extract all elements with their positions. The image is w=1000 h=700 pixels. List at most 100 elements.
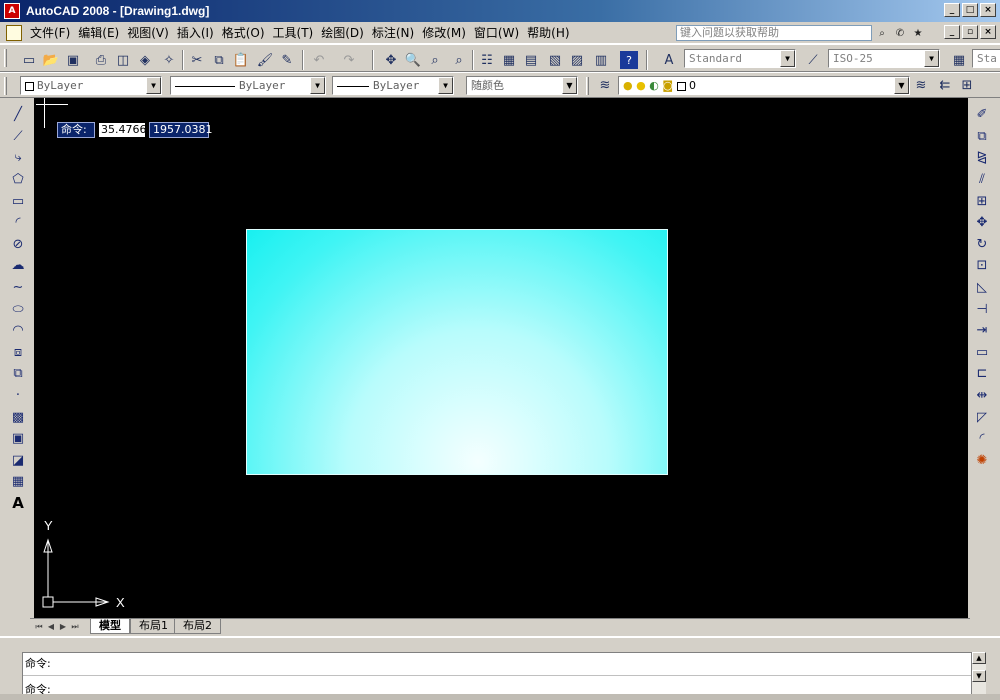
fillet-icon[interactable]: ◜ [970, 428, 994, 450]
toolbar-grip[interactable] [4, 49, 7, 67]
next-tab-icon[interactable]: ▶ [58, 620, 68, 633]
break-icon[interactable]: ⊏ [970, 363, 994, 385]
ellipse-icon[interactable]: ⬭ [6, 298, 30, 320]
layer-control-select[interactable]: ● ● ◐ ◙ 0 ▼ [618, 76, 910, 95]
chevron-down-icon[interactable]: ▼ [146, 77, 161, 94]
layer-previous-icon[interactable]: ⇇ [936, 76, 954, 94]
explode-icon[interactable]: ✺ [970, 450, 994, 472]
lineweight-control-select[interactable]: ByLayer ▼ [332, 76, 454, 95]
polygon-icon[interactable]: ⬠ [6, 169, 30, 191]
rectangle-icon[interactable]: ▭ [6, 190, 30, 212]
first-tab-icon[interactable]: ⏮ [34, 620, 44, 633]
cut-icon[interactable]: ✂ [188, 51, 206, 69]
join-icon[interactable]: ⇹ [970, 385, 994, 407]
stretch-icon[interactable]: ◺ [970, 277, 994, 299]
dynamic-input-x[interactable]: 35.4766 [98, 122, 147, 138]
chevron-down-icon[interactable]: ▼ [780, 50, 795, 67]
construction-line-icon[interactable]: ⟋ [6, 126, 30, 148]
zoom-realtime-icon[interactable]: 🔍 [404, 51, 422, 69]
move-icon[interactable]: ✥ [970, 212, 994, 234]
menu-tools[interactable]: 工具(T) [269, 24, 318, 42]
ellipse-arc-icon[interactable]: ◠ [6, 320, 30, 342]
break-at-point-icon[interactable]: ▭ [970, 342, 994, 364]
design-center-icon[interactable]: ▦ [500, 51, 518, 69]
toolbar-grip[interactable] [4, 77, 7, 95]
tool-palettes-icon[interactable]: ▤ [522, 51, 540, 69]
help-search-input[interactable]: 键入问题以获取帮助 [676, 25, 872, 41]
paste-icon[interactable]: 📋 [232, 51, 250, 69]
sheet-set-icon[interactable]: ▧ [546, 51, 564, 69]
copy-clip-icon[interactable]: ⧉ [210, 51, 228, 69]
calculator-icon[interactable]: ▥ [592, 51, 610, 69]
table-style-icon[interactable]: ▦ [950, 51, 968, 69]
layer-properties-icon[interactable]: ≋ [596, 76, 614, 94]
gradient-filled-rectangle[interactable] [246, 229, 668, 475]
text-style-icon[interactable]: A [660, 51, 678, 69]
doc-restore-button[interactable]: ▫ [962, 25, 978, 39]
markup-icon[interactable]: ▨ [568, 51, 586, 69]
doc-close-button[interactable]: × [980, 25, 996, 39]
linetype-control-select[interactable]: ByLayer ▼ [170, 76, 326, 95]
tab-layout1[interactable]: 布局1 [130, 619, 177, 634]
table-icon[interactable]: ▦ [6, 471, 30, 493]
array-icon[interactable]: ⊞ [970, 190, 994, 212]
match-properties-icon[interactable]: 🖌 [256, 51, 274, 69]
toolbar-grip[interactable] [586, 77, 589, 95]
point-icon[interactable]: · [6, 385, 30, 407]
dim-style-select[interactable]: ISO-25 ▼ [828, 49, 940, 68]
bulb-icon[interactable]: ● [623, 79, 633, 92]
menu-dimension[interactable]: 标注(N) [368, 24, 418, 42]
help-icon[interactable]: ? [620, 51, 638, 69]
copy-icon[interactable]: ⧉ [970, 126, 994, 148]
search-icon[interactable]: ⌕ [874, 25, 890, 41]
doc-minimize-button[interactable]: _ [944, 25, 960, 39]
chamfer-icon[interactable]: ◸ [970, 406, 994, 428]
line-icon[interactable]: ╱ [6, 104, 30, 126]
menu-view[interactable]: 视图(V) [123, 24, 173, 42]
publish-icon[interactable]: ◈ [136, 51, 154, 69]
gradient-icon[interactable]: ▣ [6, 428, 30, 450]
favorites-star-icon[interactable]: ★ [910, 25, 926, 41]
multiline-text-icon[interactable]: A [6, 493, 30, 515]
viewport-freeze-icon[interactable]: ◐ [649, 79, 659, 92]
revision-cloud-icon[interactable]: ☁ [6, 255, 30, 277]
offset-icon[interactable]: ⫽ [970, 169, 994, 191]
plot-icon[interactable]: ⎙ [92, 51, 110, 69]
command-scrollbar[interactable]: ▲ ▼ [972, 652, 986, 696]
extend-icon[interactable]: ⇥ [970, 320, 994, 342]
make-block-icon[interactable]: ⧉ [6, 363, 30, 385]
save-icon[interactable]: ▣ [64, 51, 82, 69]
text-style-select[interactable]: Standard ▼ [684, 49, 796, 68]
arc-icon[interactable]: ◜ [6, 212, 30, 234]
dynamic-input-y[interactable]: 1957.0381 [149, 122, 213, 138]
undo-icon[interactable]: ↶ [310, 51, 328, 69]
chevron-down-icon[interactable]: ▼ [310, 77, 325, 94]
minimize-button[interactable]: _ [944, 3, 960, 17]
new-file-icon[interactable]: ▭ [20, 51, 38, 69]
chevron-down-icon[interactable]: ▼ [924, 50, 939, 67]
tab-model[interactable]: 模型 [90, 619, 130, 634]
spline-icon[interactable]: ∼ [6, 277, 30, 299]
block-editor-icon[interactable]: ✎ [278, 51, 296, 69]
scale-icon[interactable]: ⊡ [970, 255, 994, 277]
plot-preview-icon[interactable]: ◫ [114, 51, 132, 69]
plot-style-select[interactable]: 随颜色 ▼ [466, 76, 578, 95]
sun-icon[interactable]: ● [636, 79, 646, 92]
erase-icon[interactable]: ✐ [970, 104, 994, 126]
polyline-icon[interactable]: ⤷ [6, 147, 30, 169]
hatch-icon[interactable]: ▩ [6, 406, 30, 428]
pan-icon[interactable]: ✥ [382, 51, 400, 69]
document-icon[interactable] [6, 24, 22, 41]
menu-draw[interactable]: 绘图(D) [317, 24, 368, 42]
menu-window[interactable]: 窗口(W) [470, 24, 523, 42]
table-style-select[interactable]: Sta [972, 49, 1000, 68]
menu-format[interactable]: 格式(O) [218, 24, 269, 42]
dim-style-icon[interactable]: ⟋ [804, 51, 822, 69]
maximize-button[interactable]: □ [962, 3, 978, 17]
zoom-previous-icon[interactable]: ⌕ [450, 51, 468, 69]
mirror-icon[interactable]: ⧎ [970, 147, 994, 169]
open-file-icon[interactable]: 📂 [42, 51, 60, 69]
circle-icon[interactable]: ⊘ [6, 234, 30, 256]
scroll-up-icon[interactable]: ▲ [972, 652, 986, 664]
color-control-select[interactable]: ByLayer ▼ [20, 76, 162, 95]
